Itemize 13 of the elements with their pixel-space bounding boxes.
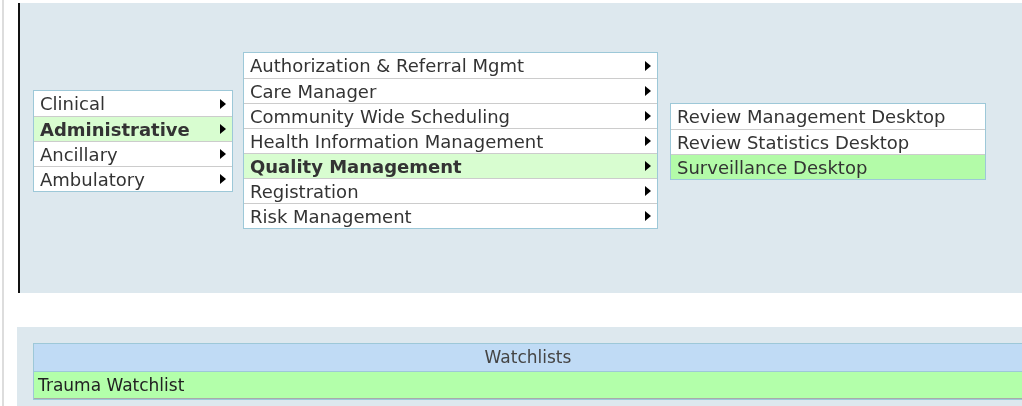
menu-item[interactable]: Review Statistics Desktop — [671, 129, 985, 154]
menu-item[interactable]: Ancillary — [34, 141, 232, 166]
menu-item[interactable]: Administrative — [34, 116, 232, 141]
table-row[interactable]: Trauma Watchlist — [34, 372, 1022, 399]
menu-item[interactable]: Surveillance Desktop — [671, 154, 985, 179]
table-header: Watchlists — [34, 344, 1022, 372]
menu-item[interactable]: Care Manager — [244, 78, 657, 103]
menu-item[interactable]: Registration — [244, 178, 657, 203]
menu-item[interactable]: Risk Management — [244, 203, 657, 228]
menu-item[interactable]: Quality Management — [244, 153, 657, 178]
menu-item[interactable]: Community Wide Scheduling — [244, 103, 657, 128]
menu-item[interactable]: Health Information Management — [244, 128, 657, 153]
menu-item[interactable]: Ambulatory — [34, 166, 232, 191]
